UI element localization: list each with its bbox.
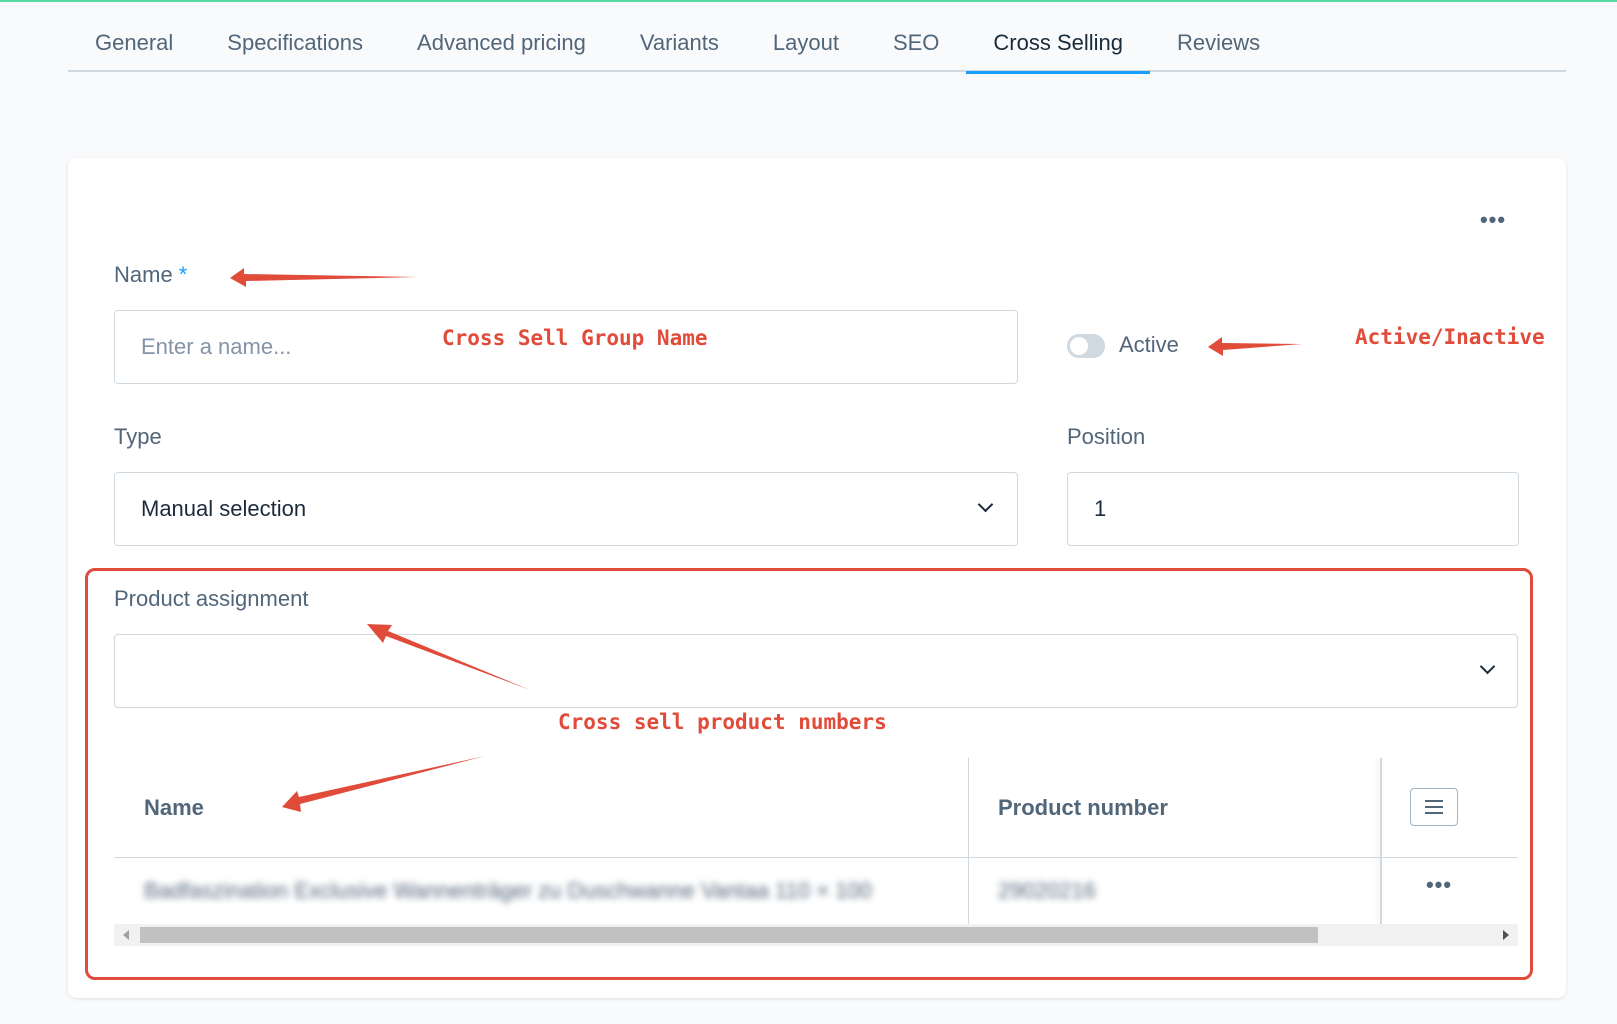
- annotation-group-name: Cross Sell Group Name: [442, 326, 708, 350]
- name-field-label: Name *: [114, 262, 187, 288]
- chevron-down-icon: [977, 496, 994, 513]
- active-toggle[interactable]: [1067, 334, 1105, 358]
- position-input-wrapper: [1067, 472, 1519, 546]
- tab-variants[interactable]: Variants: [613, 22, 746, 72]
- required-marker: *: [178, 262, 188, 287]
- position-input[interactable]: [1068, 473, 1518, 545]
- position-field-label: Position: [1067, 424, 1146, 449]
- card-context-menu-button[interactable]: •••: [1478, 209, 1508, 237]
- cross-selling-card: ••• Name* Active Type Manual selection P…: [68, 158, 1566, 998]
- name-label-text: Name: [114, 262, 173, 287]
- row-product-number: 29020216: [998, 878, 1096, 903]
- tab-reviews[interactable]: Reviews: [1150, 22, 1287, 72]
- active-label: Active: [1119, 332, 1179, 357]
- assigned-products-grid: Name Product number Badfaszination Exclu…: [114, 758, 1518, 946]
- product-assignment-label: Product assignment: [114, 586, 309, 611]
- tab-general[interactable]: General: [68, 22, 200, 72]
- type-selected-value: Manual selection: [141, 496, 307, 521]
- row-context-menu-button[interactable]: •••: [1424, 872, 1454, 898]
- grid-settings-button[interactable]: [1410, 788, 1458, 826]
- type-select[interactable]: Manual selection: [114, 472, 1018, 546]
- product-detail-tabs: General Specifications Advanced pricing …: [68, 22, 1566, 74]
- menu-icon-bar: [1425, 806, 1443, 808]
- type-field-label: Type: [114, 424, 162, 449]
- annotation-product-numbers: Cross sell product numbers: [558, 710, 887, 734]
- scroll-right-icon[interactable]: [1503, 930, 1509, 940]
- menu-icon-bar: [1425, 800, 1443, 802]
- chevron-down-icon: [1479, 658, 1496, 675]
- horizontal-scrollbar[interactable]: [114, 924, 1518, 946]
- column-header-product-number[interactable]: Product number: [998, 758, 1168, 858]
- tab-seo[interactable]: SEO: [866, 22, 966, 72]
- annotation-active-inactive: Active/Inactive: [1355, 325, 1545, 349]
- column-divider: [1380, 758, 1382, 924]
- tab-cross-selling[interactable]: Cross Selling: [966, 22, 1150, 74]
- column-header-name[interactable]: Name: [144, 758, 204, 858]
- menu-icon-bar: [1425, 812, 1443, 814]
- tab-specifications[interactable]: Specifications: [200, 22, 390, 72]
- tab-advanced-pricing[interactable]: Advanced pricing: [390, 22, 613, 72]
- tab-layout[interactable]: Layout: [746, 22, 866, 72]
- scrollbar-thumb[interactable]: [140, 927, 1318, 943]
- top-accent-line: [0, 0, 1617, 2]
- grid-header: Name Product number: [114, 758, 1518, 858]
- row-product-name: Badfaszination Exclusive Wannenträger zu…: [144, 878, 872, 903]
- scroll-left-icon[interactable]: [123, 930, 129, 940]
- product-assignment-select[interactable]: [114, 634, 1518, 708]
- column-divider: [968, 758, 969, 924]
